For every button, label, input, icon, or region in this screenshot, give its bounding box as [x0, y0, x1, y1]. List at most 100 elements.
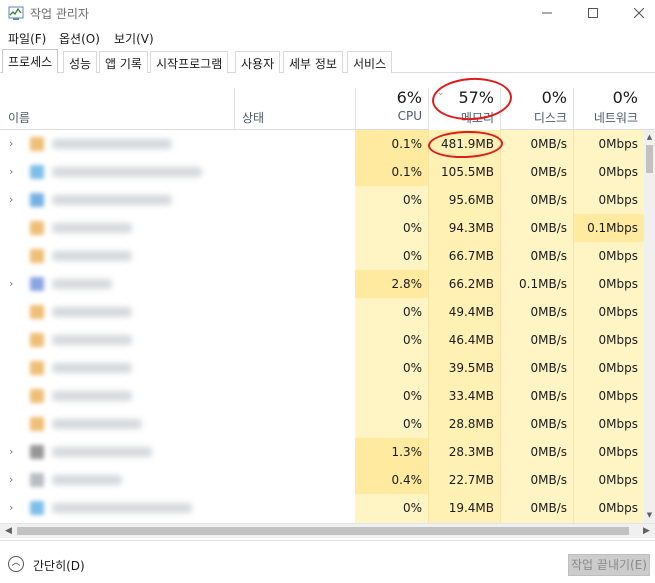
process-name-redacted [52, 447, 152, 457]
cpu-cell: 0% [355, 326, 428, 354]
disk-cell: 0MB/s [500, 326, 573, 354]
table-row[interactable]: 0% 46.4MB 0MB/s 0Mbps [0, 326, 644, 354]
table-row[interactable]: 0% 28.8MB 0MB/s 0Mbps [0, 410, 644, 438]
table-row[interactable]: 0% 33.4MB 0MB/s 0Mbps [0, 382, 644, 410]
process-icon [30, 137, 44, 151]
scroll-up-icon[interactable]: ▲ [644, 132, 655, 143]
cpu-cell: 1.3% [355, 438, 428, 466]
vertical-scroll-thumb[interactable] [646, 145, 653, 173]
horizontal-scroll-thumb[interactable] [17, 527, 629, 535]
network-cell: 0Mbps [573, 158, 644, 186]
tab-users[interactable]: 사용자 [235, 51, 281, 73]
memory-cell: 94.3MB [428, 214, 500, 242]
minimize-icon [542, 12, 552, 14]
memory-cell: 28.3MB [428, 438, 500, 466]
menu-file[interactable]: 파일(F) [8, 30, 46, 47]
network-label: 네트워크 [593, 111, 638, 125]
column-name[interactable]: 이름 [8, 109, 30, 126]
scroll-right-icon[interactable]: ▶ [639, 524, 654, 539]
column-network[interactable]: 0% 네트워크 [573, 88, 644, 130]
disk-cell: 0MB/s [500, 158, 573, 186]
tab-performance[interactable]: 성능 [63, 51, 98, 73]
column-header: 이름 상태 6% CPU ⌄ 57% 메모리 0% 디스크 0% 네트워크 [0, 88, 655, 130]
cpu-cell: 2.8% [355, 270, 428, 298]
tab-app-history[interactable]: 앱 기록 [99, 51, 148, 73]
process-icon [30, 277, 44, 291]
tab-services[interactable]: 서비스 [347, 51, 393, 73]
disk-cell: 0MB/s [500, 186, 573, 214]
column-status[interactable]: 상태 [242, 109, 264, 126]
process-name-redacted [52, 251, 132, 261]
process-name-redacted [52, 307, 132, 317]
cpu-cell: 0.1% [355, 158, 428, 186]
column-cpu[interactable]: 6% CPU [355, 88, 428, 130]
process-icon [30, 165, 44, 179]
table-row[interactable]: › 0.4% 22.7MB 0MB/s 0Mbps [0, 466, 644, 494]
title-bar: 작업 관리자 [0, 0, 655, 26]
cpu-cell: 0% [355, 410, 428, 438]
chevron-right-icon[interactable]: › [9, 137, 13, 150]
cpu-cell: 0.1% [355, 130, 428, 158]
chevron-right-icon[interactable]: › [9, 445, 13, 458]
fewer-details-link[interactable]: 간단히(D) [33, 557, 85, 574]
chevron-right-icon[interactable]: › [9, 473, 13, 486]
network-cell: 0Mbps [573, 242, 644, 270]
vertical-scrollbar[interactable]: ▲ ▼ [644, 130, 655, 523]
chevron-right-icon[interactable]: › [9, 165, 13, 178]
process-name-redacted [52, 391, 132, 401]
table-row[interactable]: 0% 94.3MB 0MB/s 0.1Mbps [0, 214, 644, 242]
process-name-redacted [52, 475, 122, 485]
chevron-up-icon[interactable]: ︿ [8, 556, 24, 572]
menu-options[interactable]: 옵션(O) [59, 30, 100, 47]
network-cell: 0Mbps [573, 438, 644, 466]
memory-cell: 19.4MB [428, 494, 500, 522]
scroll-down-icon[interactable]: ▼ [644, 510, 655, 521]
maximize-button[interactable] [570, 0, 616, 26]
table-row[interactable]: › 2.8% 66.2MB 0.1MB/s 0Mbps [0, 270, 644, 298]
table-row[interactable]: › 0.1% 481.9MB 0MB/s 0Mbps [0, 130, 644, 158]
disk-cell: 0MB/s [500, 438, 573, 466]
tab-startup[interactable]: 시작프로그램 [150, 51, 229, 73]
cpu-cell: 0% [355, 214, 428, 242]
chevron-right-icon[interactable]: › [9, 277, 13, 290]
cpu-cell: 0% [355, 382, 428, 410]
horizontal-scrollbar[interactable]: ◀ ▶ [0, 523, 655, 538]
network-total: 0% [612, 88, 638, 107]
cpu-cell: 0% [355, 354, 428, 382]
tab-details[interactable]: 세부 정보 [283, 51, 343, 73]
table-row[interactable]: › 0.1% 105.5MB 0MB/s 0Mbps [0, 158, 644, 186]
process-name-redacted [52, 195, 172, 205]
table-row[interactable]: 0% 39.5MB 0MB/s 0Mbps [0, 354, 644, 382]
tab-processes[interactable]: 프로세스 [2, 49, 59, 73]
table-row[interactable]: › 1.3% 28.3MB 0MB/s 0Mbps [0, 438, 644, 466]
process-icon [30, 305, 44, 319]
minimize-button[interactable] [524, 0, 570, 26]
disk-cell: 0.1MB/s [500, 270, 573, 298]
disk-cell: 0MB/s [500, 214, 573, 242]
memory-cell: 481.9MB [428, 130, 500, 158]
process-name-redacted [52, 279, 112, 289]
menu-view[interactable]: 보기(V) [114, 30, 154, 47]
scroll-left-icon[interactable]: ◀ [1, 524, 16, 539]
process-icon [30, 333, 44, 347]
table-row[interactable]: › 0% 19.4MB 0MB/s 0Mbps [0, 494, 644, 522]
disk-cell: 0MB/s [500, 466, 573, 494]
table-row[interactable]: 0% 66.7MB 0MB/s 0Mbps [0, 242, 644, 270]
network-cell: 0Mbps [573, 270, 644, 298]
table-row[interactable]: 0% 49.4MB 0MB/s 0Mbps [0, 298, 644, 326]
column-memory[interactable]: 57% 메모리 [428, 88, 500, 130]
menu-bar: 파일(F) 옵션(O) 보기(V) [0, 28, 655, 48]
process-name-redacted [52, 223, 132, 233]
disk-cell: 0MB/s [500, 242, 573, 270]
task-manager-icon [8, 6, 24, 20]
chevron-right-icon[interactable]: › [9, 193, 13, 206]
table-row[interactable]: › 0% 95.6MB 0MB/s 0Mbps [0, 186, 644, 214]
chevron-right-icon[interactable]: › [9, 501, 13, 514]
end-task-button[interactable]: 작업 끝내기(E) [568, 554, 650, 576]
network-cell: 0Mbps [573, 186, 644, 214]
network-cell: 0Mbps [573, 354, 644, 382]
disk-cell: 0MB/s [500, 494, 573, 522]
column-disk[interactable]: 0% 디스크 [500, 88, 573, 130]
close-button[interactable] [616, 0, 655, 26]
process-icon [30, 501, 44, 515]
